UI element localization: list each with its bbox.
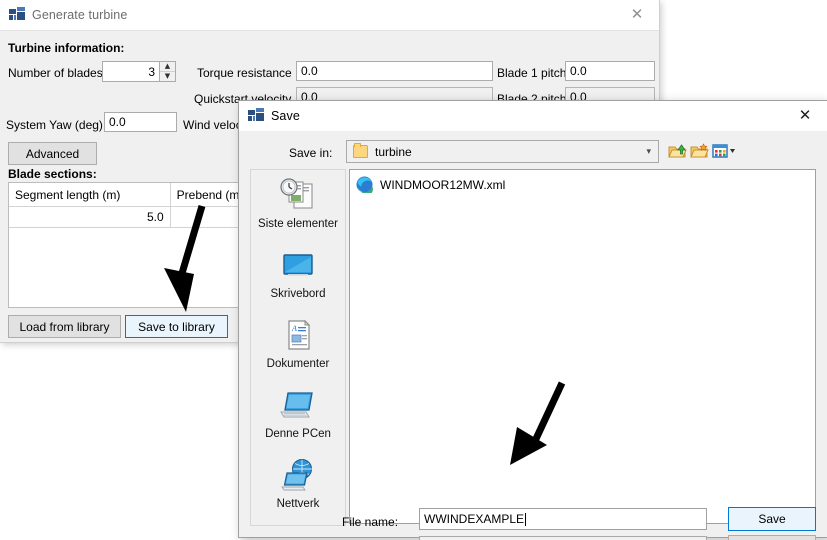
place-skrivebord[interactable]: Skrivebord <box>251 248 345 301</box>
place-label: Denne PCen <box>265 428 331 440</box>
save-button[interactable]: Save <box>728 507 816 531</box>
cancel-button[interactable]: Cancel <box>728 535 816 540</box>
save-dialog: Save ✕ Save in: turbine ▾ Siste elemente… <box>238 100 827 540</box>
torque-resistance-label: Torque resistance <box>197 66 292 80</box>
blade-sections-table[interactable]: Segment length (m) Prebend (m) 5.0 <box>8 182 255 308</box>
place-label: Dokumenter <box>266 358 330 370</box>
file-name-input-value: WWINDEXAMPLE <box>424 512 525 526</box>
save-dialog-body: Save in: turbine ▾ Siste elementer Skriv… <box>239 131 827 540</box>
folder-icon <box>353 143 368 158</box>
this-pc-icon <box>276 388 320 424</box>
place-label: Nettverk <box>276 498 320 510</box>
app-icon <box>9 7 25 23</box>
table-header-row: Segment length (m) Prebend (m) <box>9 183 254 207</box>
new-folder-icon[interactable] <box>689 141 709 161</box>
table-row[interactable]: 5.0 <box>9 207 254 228</box>
save-to-library-button[interactable]: Save to library <box>125 315 228 338</box>
file-name-field-label: File name: <box>342 515 399 529</box>
app-icon <box>248 108 264 124</box>
file-name-input[interactable]: WWINDEXAMPLE <box>419 508 707 530</box>
up-one-level-icon[interactable] <box>667 141 687 161</box>
save-dialog-title: Save <box>271 109 300 123</box>
place-label: Skrivebord <box>270 288 326 300</box>
blade1-pitch-label: Blade 1 pitch <box>497 66 567 80</box>
main-window-title: Generate turbine <box>32 8 128 22</box>
wind-velocity-label: Wind veloci <box>183 118 245 132</box>
screen: Generate turbine ✕ Turbine information: … <box>0 0 827 540</box>
documents-icon: A <box>276 318 320 354</box>
stepper-up-icon[interactable]: ▲ <box>160 62 175 72</box>
save-in-value: turbine <box>375 144 412 159</box>
stepper-arrows[interactable]: ▲ ▼ <box>159 62 175 81</box>
torque-resistance-input[interactable]: 0.0 <box>296 61 493 81</box>
place-denne-pcen[interactable]: Denne PCen <box>251 388 345 441</box>
main-close-icon[interactable]: ✕ <box>615 0 659 29</box>
save-dialog-close-icon[interactable]: ✕ <box>783 101 827 130</box>
save-in-label: Save in: <box>289 146 333 160</box>
place-nettverk[interactable]: Nettverk <box>251 458 345 511</box>
blade1-pitch-input[interactable]: 0.0 <box>565 61 655 81</box>
load-from-library-button[interactable]: Load from library <box>8 315 121 338</box>
file-name-label: WINDMOOR12MW.xml <box>380 177 506 192</box>
save-in-combobox[interactable]: turbine ▾ <box>346 140 659 163</box>
chevron-down-icon[interactable]: ▾ <box>646 147 651 157</box>
turbine-information-heading: Turbine information: <box>8 41 125 55</box>
view-menu-icon[interactable] <box>711 141 737 161</box>
blade-sections-heading: Blade sections: <box>8 167 97 181</box>
place-label: Siste elementer <box>258 218 338 230</box>
places-bar: Siste elementer Skrivebord A Dokumenter … <box>250 169 346 526</box>
save-dialog-titlebar: Save ✕ <box>239 101 827 131</box>
text-cursor <box>525 512 527 526</box>
network-icon <box>276 458 320 494</box>
svg-text:A: A <box>291 324 297 333</box>
cell-segment-length[interactable]: 5.0 <box>9 207 171 227</box>
stepper-down-icon[interactable]: ▼ <box>160 72 175 81</box>
main-titlebar: Generate turbine ✕ <box>0 0 659 30</box>
place-dokumenter[interactable]: A Dokumenter <box>251 318 345 371</box>
system-yaw-input[interactable]: 0.0 <box>104 112 177 132</box>
files-of-type-combobox[interactable]: XML file ▾ <box>419 536 707 540</box>
number-of-blades-label: Number of blades <box>8 66 103 80</box>
advanced-button[interactable]: Advanced <box>8 142 97 165</box>
edge-xml-file-icon <box>356 176 373 196</box>
file-list[interactable]: WINDMOOR12MW.xml <box>349 169 816 524</box>
recent-items-icon <box>276 178 320 214</box>
system-yaw-label: System Yaw (deg): <box>6 118 107 132</box>
desktop-icon <box>276 248 320 284</box>
number-of-blades-stepper[interactable]: 3 ▲ ▼ <box>102 61 176 82</box>
column-header-segment-length: Segment length (m) <box>9 183 171 206</box>
number-of-blades-value: 3 <box>148 64 155 79</box>
list-item[interactable]: WINDMOOR12MW.xml <box>356 176 506 196</box>
place-siste-elementer[interactable]: Siste elementer <box>251 178 345 231</box>
